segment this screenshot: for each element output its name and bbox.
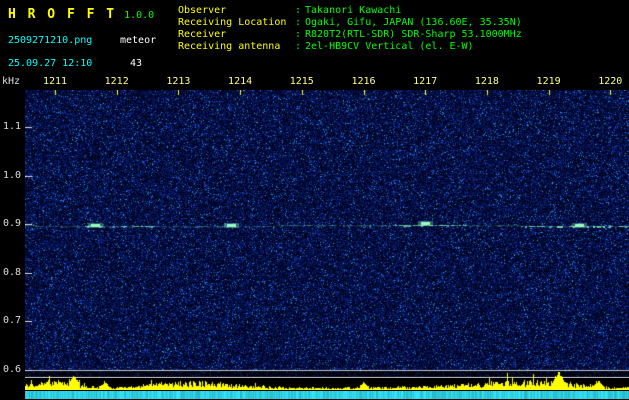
x-tick-label: 1212	[104, 76, 129, 87]
x-tick-label: 1220	[598, 76, 623, 87]
hrofft-window: H R O F F T 1.0.0 2509271210.png meteor 25…	[0, 0, 629, 400]
y-tick-label: 1.1	[2, 121, 21, 132]
x-tick-label: 1219	[536, 76, 561, 87]
y-axis-unit-label: kHz	[2, 76, 21, 87]
x-tick-label: 1211	[42, 76, 68, 87]
y-tick-label: 0.6	[2, 364, 21, 375]
x-tick-label: 1216	[351, 76, 376, 87]
observation-active-band	[25, 391, 629, 399]
spectrogram-area: kHz 1211 1212 1213 1214 1215 1216 1217 1218 1219…	[0, 0, 629, 400]
y-tick-label: 0.8	[2, 266, 21, 278]
y-tick-label: 0.7	[2, 315, 21, 327]
x-tick-label: 1218	[474, 76, 499, 87]
x-tick-label: 1214	[228, 76, 253, 87]
x-tick-label: 1217	[413, 76, 438, 87]
y-tick-label: 0.9	[2, 218, 21, 230]
x-tick-label: 1215	[289, 76, 314, 87]
x-tick-label: 1213	[166, 76, 191, 87]
y-tick-label: 1.0	[2, 169, 21, 181]
spectrogram-canvas	[25, 90, 629, 378]
signal-level-bar-graph	[25, 372, 629, 390]
